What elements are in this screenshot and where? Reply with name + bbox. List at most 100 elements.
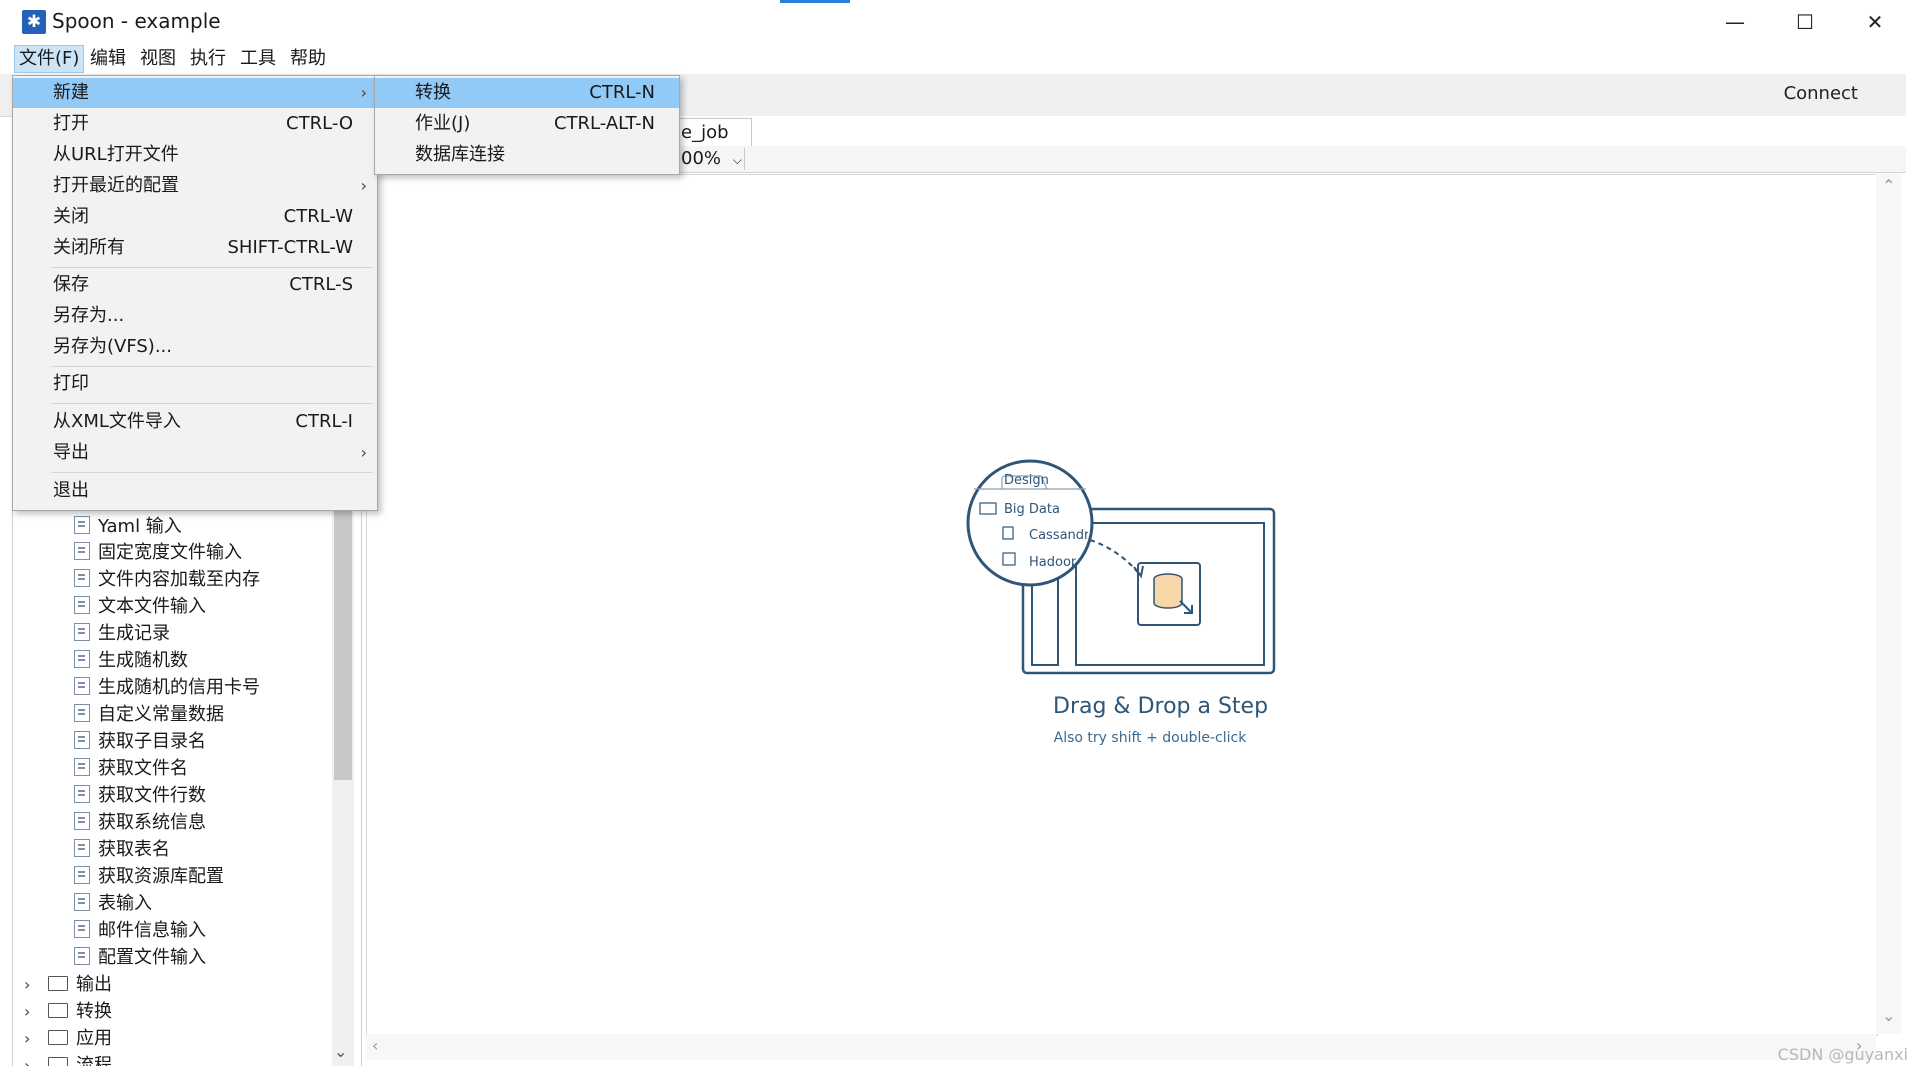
menu-item-recent[interactable]: 打开最近的配置 ›	[13, 171, 377, 201]
title-accent-line	[780, 0, 850, 3]
tree-folder-transform[interactable]: › 转换	[24, 999, 112, 1025]
watermark: CSDN @guyanxi	[1777, 1045, 1908, 1064]
window-title: Spoon - example	[52, 9, 221, 33]
tree-step-item[interactable]: Yaml 输入	[74, 514, 182, 540]
maximize-button[interactable]: ☐	[1770, 0, 1840, 44]
chevron-right-icon[interactable]: ›	[24, 1026, 38, 1052]
chevron-right-icon: ›	[360, 83, 367, 102]
tree-step-item[interactable]: 生成随机数	[74, 648, 188, 674]
chevron-right-icon[interactable]: ›	[24, 972, 38, 998]
step-icon	[74, 893, 90, 911]
menu-view[interactable]: 视图	[136, 46, 180, 72]
canvas-horizontal-scrollbar[interactable]: ‹ ›	[366, 1034, 1876, 1060]
step-icon	[74, 650, 90, 668]
menu-item-save-as-vfs[interactable]: 另存为(VFS)...	[13, 332, 377, 362]
menu-help[interactable]: 帮助	[286, 46, 330, 72]
tree-scroll-thumb[interactable]	[334, 508, 352, 780]
menu-item-new[interactable]: 新建 ›	[13, 78, 377, 108]
chevron-right-icon: ›	[360, 176, 367, 195]
chevron-right-icon: ›	[360, 443, 367, 462]
menu-separator	[51, 403, 373, 404]
step-icon	[74, 569, 90, 587]
drag-drop-hint: Also try shift + double-click	[1053, 730, 1247, 746]
tree-step-item[interactable]: 生成随机的信用卡号	[74, 675, 260, 701]
step-icon	[74, 516, 90, 534]
spoon-app-icon: ✱	[22, 10, 46, 34]
menu-item-open[interactable]: 打开 CTRL-O	[13, 109, 377, 139]
illustration-item-1: Cassandr	[1029, 528, 1088, 543]
new-submenu: 转换 CTRL-N 作业(J) CTRL-ALT-N 数据库连接	[374, 75, 680, 175]
step-icon	[74, 758, 90, 776]
tree-folder-utility[interactable]: › 应用	[24, 1026, 112, 1052]
menu-separator	[51, 267, 373, 268]
illustration-design-tab: Design	[1004, 473, 1049, 488]
tree-step-item[interactable]: 配置文件输入	[74, 945, 206, 971]
tree-step-item[interactable]: 生成记录	[74, 621, 170, 647]
step-icon	[74, 920, 90, 938]
scroll-left-icon[interactable]: ‹	[372, 1036, 378, 1055]
illustration-item-2: Hadoop	[1029, 555, 1076, 570]
tree-step-item[interactable]: 表输入	[74, 891, 152, 917]
drag-drop-illustration	[966, 459, 1276, 675]
step-icon	[74, 623, 90, 641]
menu-separator	[51, 366, 373, 367]
tree-step-item[interactable]: 文本文件输入	[74, 594, 206, 620]
scroll-down-icon[interactable]: ⌄	[1882, 1006, 1895, 1025]
menu-separator	[51, 472, 373, 473]
close-button[interactable]: ✕	[1840, 0, 1910, 44]
chevron-right-icon[interactable]: ›	[24, 1053, 38, 1066]
menu-item-export[interactable]: 导出 ›	[13, 438, 377, 468]
minimize-button[interactable]: —	[1700, 0, 1770, 44]
menu-item-open-url[interactable]: 从URL打开文件	[13, 140, 377, 170]
menu-item-import-xml[interactable]: 从XML文件导入 CTRL-I	[13, 407, 377, 437]
tree-folder-flow[interactable]: › 流程	[24, 1053, 112, 1066]
menu-edit[interactable]: 编辑	[86, 46, 130, 72]
step-icon	[74, 596, 90, 614]
menu-item-save-as[interactable]: 另存为...	[13, 301, 377, 331]
chevron-right-icon[interactable]: ›	[24, 999, 38, 1025]
menu-item-print[interactable]: 打印	[13, 369, 377, 399]
illustration-folder-label: Big Data	[1004, 502, 1060, 517]
scroll-up-icon[interactable]: ⌃	[1882, 176, 1895, 195]
menu-item-close[interactable]: 关闭 CTRL-W	[13, 202, 377, 232]
menu-item-close-all[interactable]: 关闭所有 SHIFT-CTRL-W	[13, 233, 377, 263]
connect-button[interactable]: Connect	[1784, 83, 1858, 104]
tree-step-item[interactable]: 获取表名	[74, 837, 170, 863]
step-icon	[74, 839, 90, 857]
menu-run[interactable]: 执行	[186, 46, 230, 72]
drag-drop-heading: Drag & Drop a Step	[1053, 694, 1269, 719]
menu-item-exit[interactable]: 退出	[13, 476, 377, 506]
tree-step-item[interactable]: 文件内容加载至内存	[74, 567, 260, 593]
step-icon	[74, 677, 90, 695]
tree-step-item[interactable]: 获取文件行数	[74, 783, 206, 809]
step-icon	[74, 542, 90, 560]
tree-step-item[interactable]: 固定宽度文件输入	[74, 540, 242, 566]
tree-step-item[interactable]: 获取文件名	[74, 756, 188, 782]
menu-bar: 文件(F) 编辑 视图 执行 工具 帮助	[0, 44, 1920, 74]
tree-step-item[interactable]: 获取子目录名	[74, 729, 206, 755]
title-bar	[0, 0, 1920, 44]
menu-tools[interactable]: 工具	[236, 46, 280, 72]
folder-icon	[48, 1057, 68, 1066]
folder-icon	[48, 976, 68, 991]
step-icon	[74, 812, 90, 830]
zoom-caret-icon: ⌵	[732, 153, 742, 167]
step-icon	[74, 866, 90, 884]
menu-file[interactable]: 文件(F)	[14, 45, 85, 73]
step-icon	[74, 785, 90, 803]
menu-item-save[interactable]: 保存 CTRL-S	[13, 270, 377, 300]
tree-folder-output[interactable]: › 输出	[24, 972, 112, 998]
submenu-item-db-connection[interactable]: 数据库连接	[375, 140, 679, 170]
submenu-item-transformation[interactable]: 转换 CTRL-N	[375, 78, 679, 108]
step-icon	[74, 947, 90, 965]
tree-step-item[interactable]: 获取资源库配置	[74, 864, 224, 890]
tree-step-item[interactable]: 获取系统信息	[74, 810, 206, 836]
tree-step-item[interactable]: 邮件信息输入	[74, 918, 206, 944]
tree-scroll-down-icon[interactable]: ⌄	[334, 1042, 347, 1061]
step-icon	[74, 704, 90, 722]
file-menu-dropdown: 新建 › 打开 CTRL-O 从URL打开文件 打开最近的配置 › 关闭 CTRL-W …	[12, 75, 378, 511]
canvas-vertical-scrollbar[interactable]: ⌃ ⌄	[1876, 174, 1902, 1034]
submenu-item-job[interactable]: 作业(J) CTRL-ALT-N	[375, 109, 679, 139]
folder-icon	[48, 1030, 68, 1045]
tree-step-item[interactable]: 自定义常量数据	[74, 702, 224, 728]
